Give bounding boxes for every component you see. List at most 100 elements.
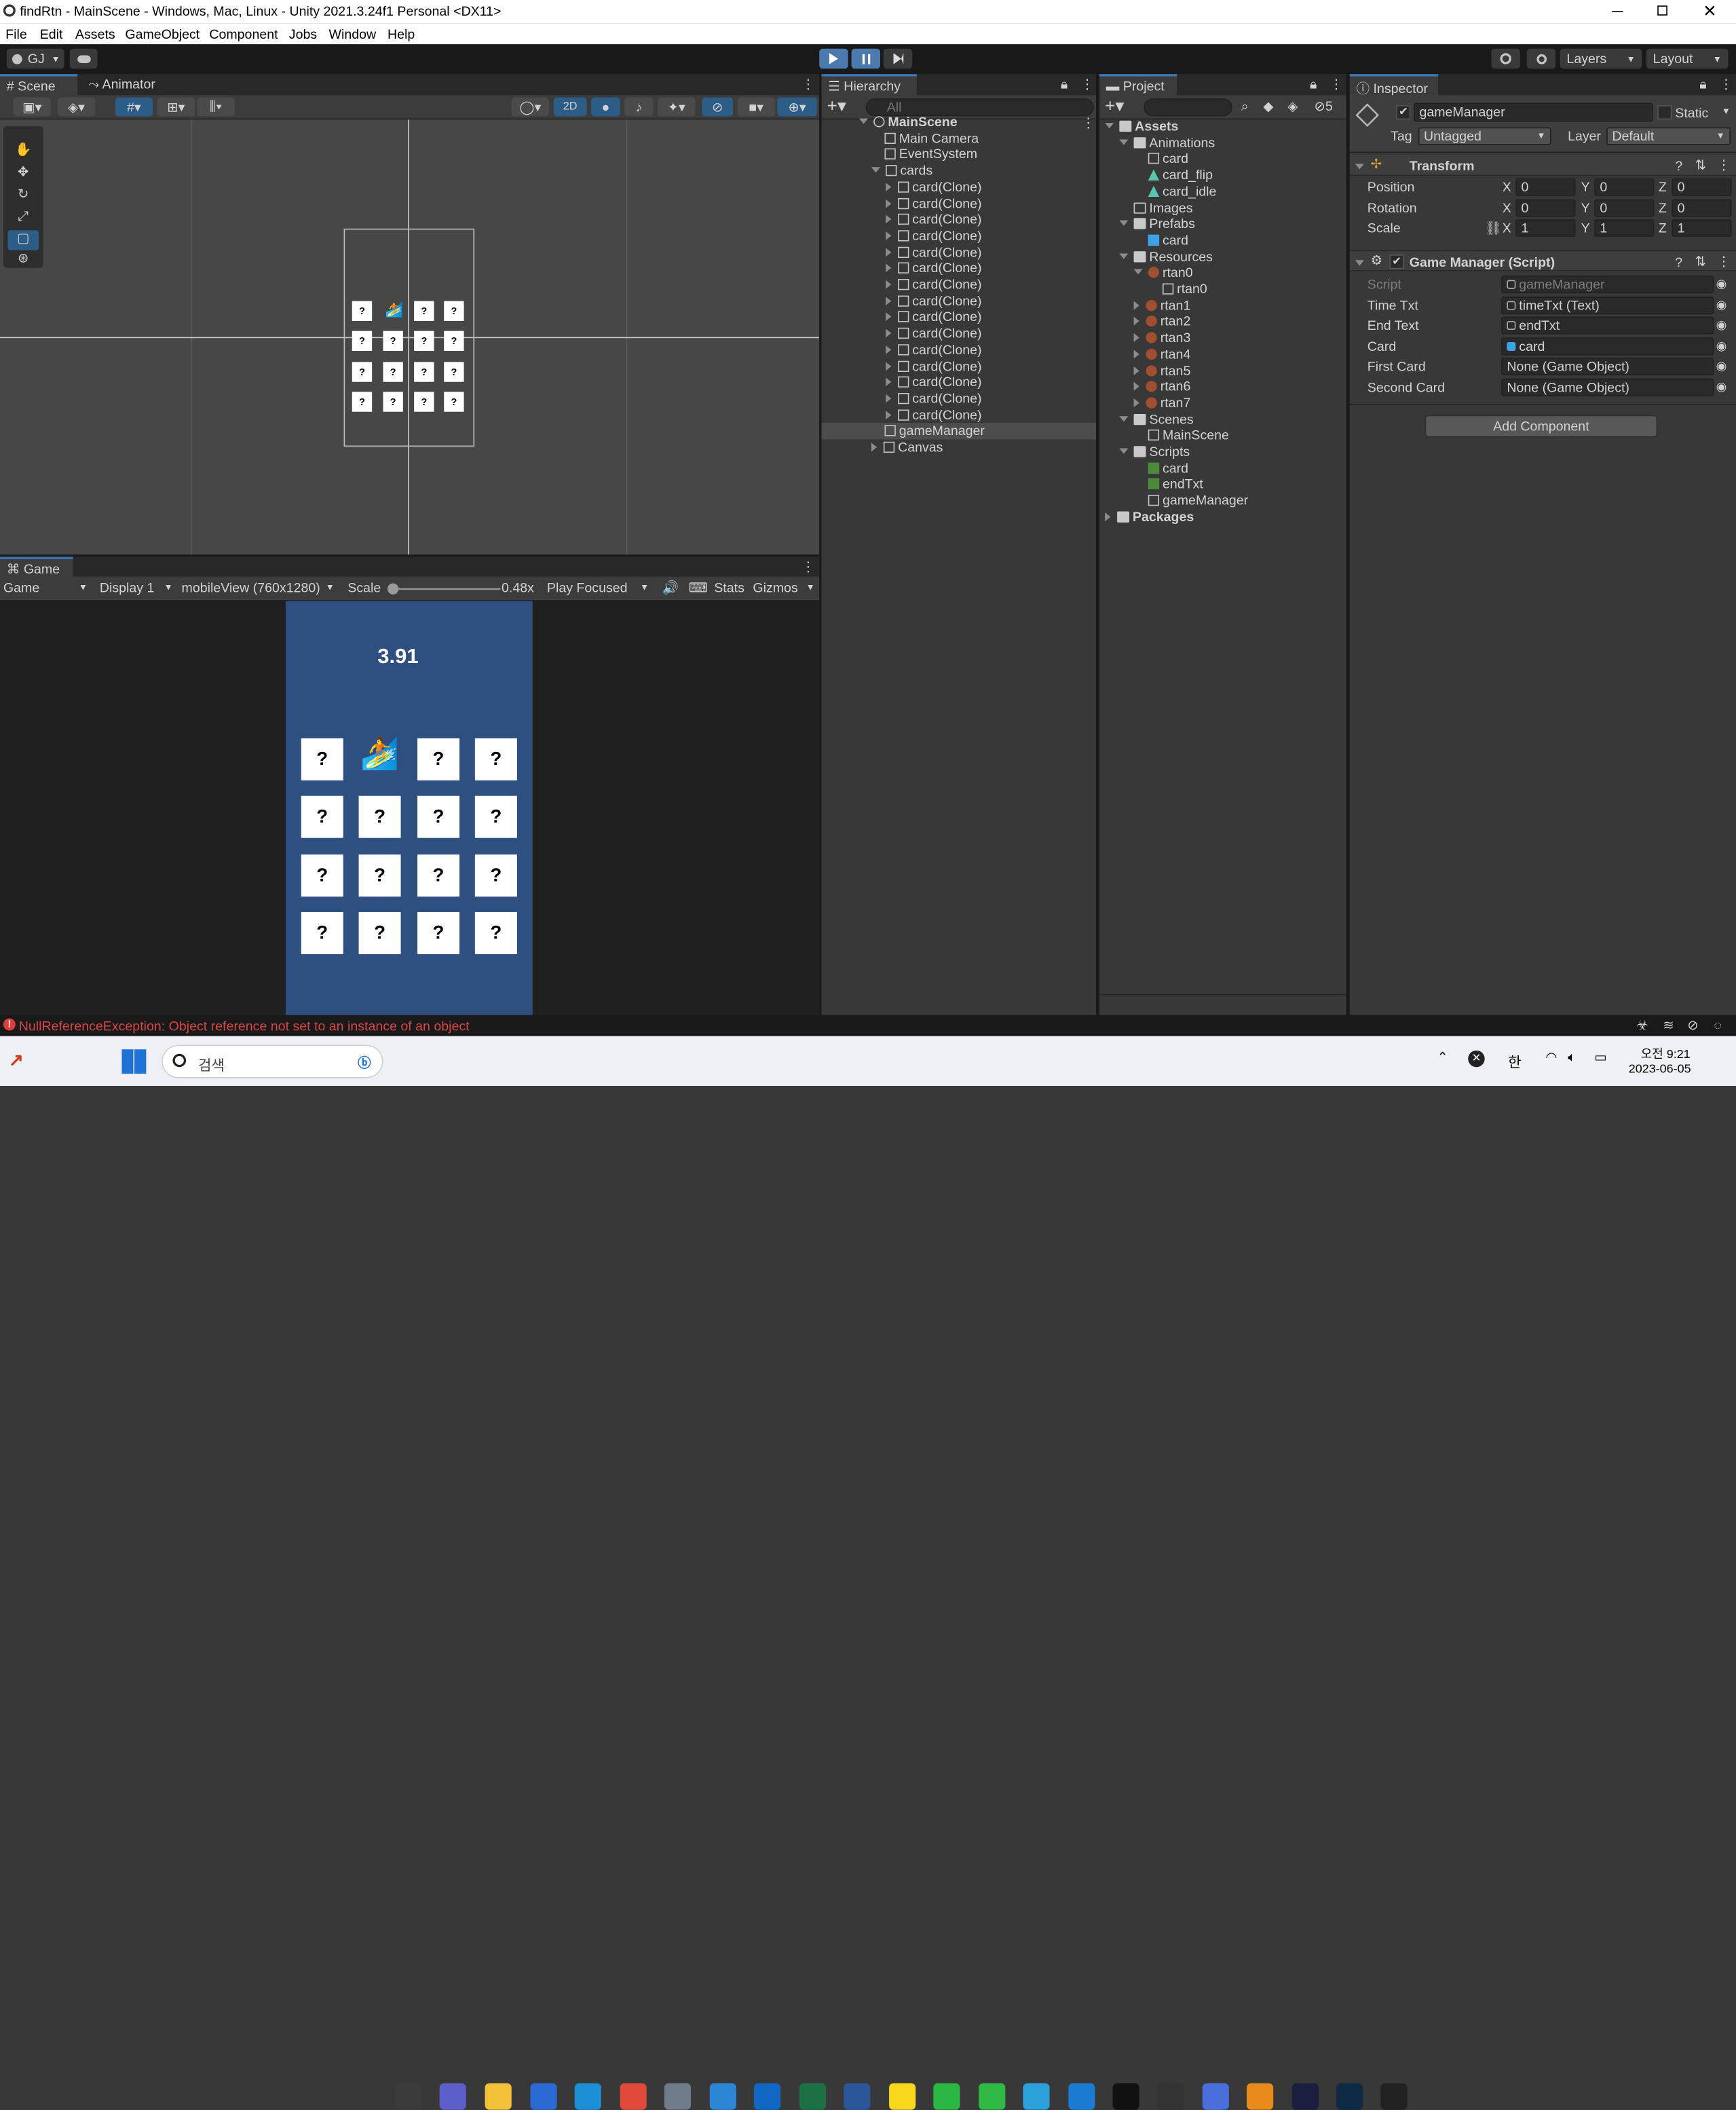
menu-component[interactable]: Component [209, 26, 278, 42]
scene-card[interactable]: ? [352, 392, 373, 412]
script-field-value[interactable]: endTxt [1501, 316, 1714, 335]
panel-menu-icon[interactable]: ⋮ [801, 77, 815, 92]
project-item-card_flip[interactable]: card_flip [1099, 167, 1346, 183]
cache-icon[interactable]: ⊘ [1687, 1017, 1698, 1033]
object-picker-icon[interactable]: ◉ [1716, 379, 1727, 394]
edge-icon[interactable] [574, 2083, 601, 2110]
render-mode-dropdown[interactable]: ◈▾ [57, 97, 96, 117]
cloud-button[interactable] [69, 48, 98, 69]
script-field-value[interactable]: None (Game Object) [1501, 377, 1714, 396]
hierarchy-item-main-camera[interactable]: Main Camera [821, 130, 1096, 147]
project-item-rtan6[interactable]: rtan6 [1099, 379, 1346, 395]
clock-date[interactable]: 2023-06-05 [1629, 1063, 1691, 1076]
game-card[interactable]: ? [474, 738, 517, 780]
game-card[interactable]: ? [358, 854, 401, 897]
layers-status-icon[interactable]: ≋ [1663, 1017, 1674, 1033]
console-error-message[interactable]: NullReferenceException: Object reference… [19, 1019, 470, 1034]
scene-card[interactable]: ? [414, 331, 434, 352]
mute-audio-icon[interactable]: 🔊 [662, 580, 679, 596]
hierarchy-item-card-clone[interactable]: card(Clone) [821, 326, 1096, 342]
scene-card[interactable]: ? [414, 362, 434, 382]
project-menu-icon[interactable]: ⋮ [1329, 77, 1343, 92]
inspector-menu-icon[interactable]: ⋮ [1720, 77, 1733, 92]
tag-dropdown[interactable]: Untagged ▼ [1418, 127, 1551, 145]
project-item-rtan1[interactable]: rtan1 [1099, 297, 1346, 314]
hierarchy-item-card-clone[interactable]: card(Clone) [821, 309, 1096, 326]
game-panel-menu-icon[interactable]: ⋮ [801, 559, 815, 575]
layers-dropdown[interactable]: Layers ▼ [1560, 48, 1642, 69]
hierarchy-item-card-clone[interactable]: card(Clone) [821, 179, 1096, 195]
splitter[interactable] [0, 554, 820, 557]
hierarchy-item-cards[interactable]: cards [821, 163, 1096, 179]
object-picker-icon[interactable]: ◉ [1716, 277, 1727, 291]
game-card[interactable]: ? [417, 738, 460, 780]
transform-scale-y[interactable]: 1 [1594, 219, 1655, 238]
transform-position-y[interactable]: 0 [1594, 178, 1655, 196]
account-dropdown[interactable]: GJ ▼ [6, 48, 64, 69]
audio-toggle[interactable]: ♪ [624, 97, 654, 117]
whatsapp-icon[interactable] [933, 2083, 960, 2110]
game-card[interactable]: ? [417, 854, 460, 897]
draw-mode-dropdown[interactable]: ▣▾ [13, 97, 52, 117]
game-card[interactable]: ? [474, 911, 517, 954]
pycharm-icon[interactable] [1112, 2083, 1139, 2110]
project-search-input[interactable] [1144, 98, 1232, 117]
hierarchy-item-card-clone[interactable]: card(Clone) [821, 195, 1096, 212]
tab-animator[interactable]: ⤳ Animator [82, 74, 171, 95]
hierarchy-menu-icon[interactable]: ⋮ [1080, 77, 1094, 92]
scene-card[interactable]: ? [352, 362, 373, 382]
play-button[interactable] [819, 48, 848, 69]
help-icon[interactable]: ? [1675, 158, 1682, 174]
wifi-icon[interactable]: ◠ [1545, 1049, 1557, 1065]
hierarchy-item-card-clone[interactable]: card(Clone) [821, 228, 1096, 244]
game-card[interactable]: ? [358, 911, 401, 954]
project-item-packages[interactable]: Packages [1099, 509, 1346, 525]
project-item-rtan3[interactable]: rtan3 [1099, 330, 1346, 346]
tab-game[interactable]: ⌘ Game [0, 557, 73, 578]
undo-history-button[interactable] [1491, 48, 1520, 69]
project-item-rtan5[interactable]: rtan5 [1099, 362, 1346, 379]
excel-icon[interactable] [799, 2083, 827, 2110]
debug-icon[interactable]: ☣ [1636, 1017, 1648, 1033]
component-menu-icon[interactable]: ⋮ [1717, 157, 1731, 173]
label-filter-icon[interactable]: ◈ [1287, 98, 1298, 114]
mode-2d-button[interactable]: 2D [553, 97, 587, 117]
increment-snap-dropdown[interactable]: ⊞▾ [157, 97, 195, 117]
hierarchy-item-card-clone[interactable]: card(Clone) [821, 293, 1096, 309]
notepad-icon[interactable] [709, 2083, 736, 2110]
minimize-icon[interactable] [1612, 11, 1623, 12]
stats-button[interactable]: Stats [714, 580, 744, 596]
widgets-icon[interactable]: ↗ [9, 1049, 33, 1070]
tab-project[interactable]: ▬ Project [1099, 74, 1177, 96]
add-component-button[interactable]: Add Component [1424, 415, 1658, 438]
telegram-icon[interactable] [1023, 2083, 1050, 2110]
hierarchy-item-card-clone[interactable]: card(Clone) [821, 244, 1096, 261]
game-card[interactable]: ? [301, 911, 343, 954]
move-tool-icon[interactable]: ✥ [7, 164, 39, 183]
project-lock-icon[interactable]: 🔒︎ [1310, 77, 1317, 93]
hierarchy-item-card-clone[interactable]: card(Clone) [821, 375, 1096, 391]
menu-jobs[interactable]: Jobs [289, 26, 317, 42]
layer-dropdown[interactable]: Default ▼ [1606, 127, 1731, 145]
filter-icon[interactable]: ⌕ [1241, 98, 1249, 115]
object-picker-icon[interactable]: ◉ [1716, 358, 1727, 373]
vscode-icon[interactable] [1068, 2083, 1095, 2110]
game-card[interactable]: ? [301, 738, 343, 780]
hierarchy-item-card-clone[interactable]: card(Clone) [821, 212, 1096, 228]
calculator-icon[interactable] [664, 2083, 691, 2110]
scale-tool-icon[interactable]: ⤢ [7, 208, 39, 228]
kakaotalk-icon[interactable] [889, 2083, 916, 2110]
tray-app-icon[interactable]: ✕ [1468, 1050, 1485, 1068]
script-enabled-checkbox[interactable]: ✔ [1389, 255, 1404, 269]
step-button[interactable] [883, 48, 913, 69]
project-item-card_idle[interactable]: card_idle [1099, 183, 1346, 200]
file-explorer-icon[interactable] [485, 2083, 512, 2110]
scene-menu-icon[interactable]: ⋮ [1082, 115, 1095, 131]
hierarchy-scene[interactable]: MainScene [821, 114, 1096, 130]
scene-card[interactable]: ? [383, 392, 403, 412]
presets-icon[interactable]: ⇅ [1695, 157, 1706, 173]
project-item-card[interactable]: card [1099, 151, 1346, 167]
gizmos-button[interactable]: Gizmos ▼ [753, 580, 817, 596]
scene-card[interactable]: ? [444, 301, 464, 321]
project-item-rtan0[interactable]: rtan0 [1099, 265, 1346, 281]
